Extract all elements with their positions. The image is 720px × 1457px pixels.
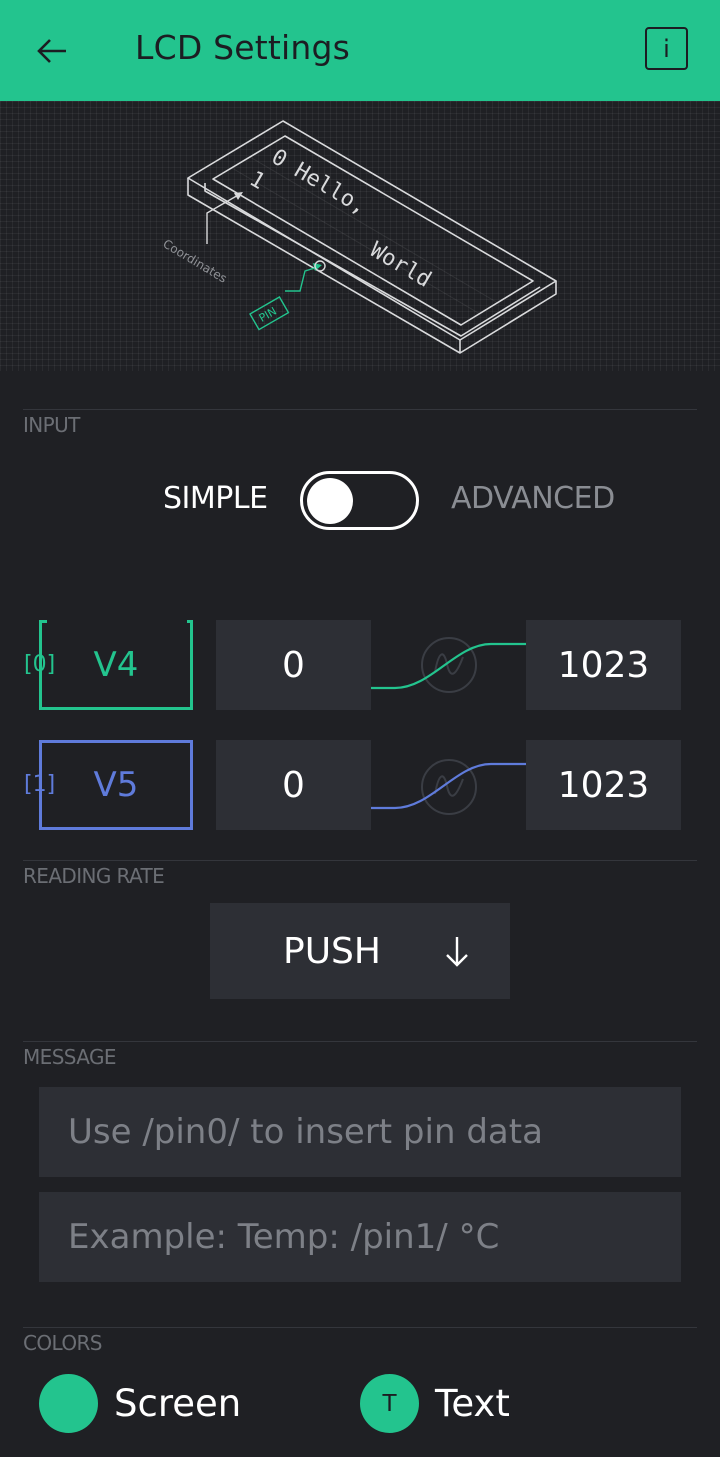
info-button[interactable]: i	[645, 27, 688, 70]
divider	[23, 1041, 697, 1042]
text-color-label: Text	[435, 1382, 510, 1425]
divider	[23, 409, 697, 410]
colors-section-label: COLORS	[23, 1331, 102, 1355]
back-button[interactable]	[22, 26, 82, 76]
message-line2-input[interactable]	[39, 1192, 681, 1282]
lcd-preview: 0 Hello, 1 World Coordinates PIN	[0, 101, 720, 371]
mode-simple-label[interactable]: SIMPLE	[163, 481, 268, 516]
lcd-illustration: 0 Hello, 1 World Coordinates PIN	[160, 120, 557, 354]
mapping-curve-0	[371, 637, 526, 693]
screen-color-label: Screen	[114, 1382, 242, 1425]
pin-select-v4[interactable]: V4	[39, 619, 193, 710]
coordinates-label: Coordinates	[160, 237, 229, 286]
arrow-left-icon	[37, 39, 66, 63]
divider	[23, 1327, 697, 1328]
reading-rate-dropdown[interactable]: PUSH	[210, 903, 510, 999]
toggle-knob	[307, 478, 353, 524]
message-line1-input[interactable]	[39, 1087, 681, 1177]
text-color-swatch[interactable]: T	[360, 1374, 419, 1433]
pin-label: V5	[93, 765, 139, 805]
pin1-max-input[interactable]: 1023	[526, 740, 681, 830]
input-section-label: INPUT	[23, 413, 80, 437]
pin0-min-input[interactable]: 0	[216, 620, 371, 710]
message-section-label: MESSAGE	[23, 1045, 117, 1069]
reading-rate-section-label: READING RATE	[23, 864, 165, 888]
pin-label: V4	[93, 645, 139, 685]
arrow-down-icon	[446, 937, 468, 967]
pin-select-v5[interactable]: V5	[39, 740, 193, 830]
divider	[23, 860, 697, 861]
pin1-min-input[interactable]: 0	[216, 740, 371, 830]
input-mode-toggle[interactable]	[300, 471, 419, 530]
mode-advanced-label[interactable]: ADVANCED	[451, 481, 615, 516]
pin0-max-input[interactable]: 1023	[526, 620, 681, 710]
info-icon: i	[663, 34, 670, 63]
app-header: LCD Settings i	[0, 0, 720, 101]
page-title: LCD Settings	[135, 28, 351, 67]
reading-rate-value: PUSH	[283, 931, 381, 972]
text-dot-letter: T	[382, 1390, 397, 1417]
screen-color-swatch[interactable]	[39, 1374, 98, 1433]
mapping-curve-1	[371, 759, 526, 815]
lcd-row1-index: 1	[245, 167, 269, 195]
